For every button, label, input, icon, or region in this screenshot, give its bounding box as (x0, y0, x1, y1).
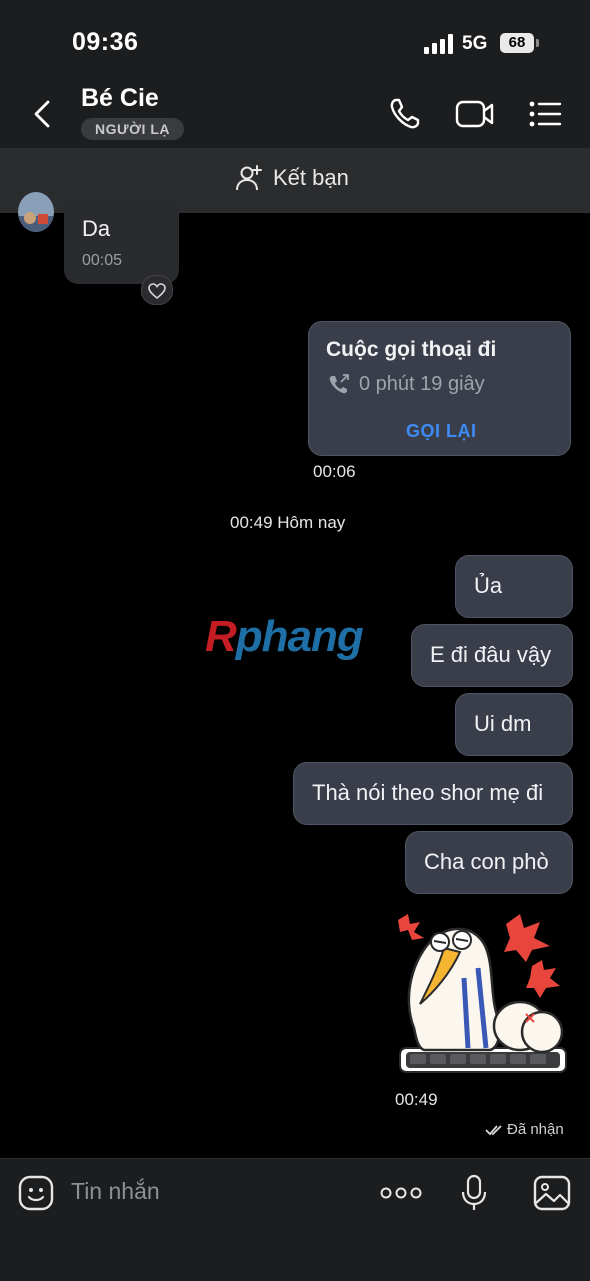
back-arrow-icon[interactable] (28, 96, 58, 132)
outgoing-message-text: Cha con phò (424, 849, 549, 874)
avatar[interactable] (18, 192, 54, 232)
add-friend-button[interactable]: Kết bạn (235, 163, 349, 193)
video-call-icon[interactable] (455, 99, 495, 129)
outgoing-message-text: Ui dm (474, 711, 532, 736)
incoming-message-text: Da (82, 216, 111, 241)
battery-icon: 68 (500, 33, 534, 53)
double-check-icon (485, 1125, 502, 1136)
outgoing-message-text: Ủa (474, 573, 503, 598)
call-time: 00:06 (313, 462, 356, 481)
sticker-image[interactable] (394, 908, 570, 1078)
outgoing-message-bubble[interactable] (455, 555, 573, 618)
status-time: 09:36 (72, 28, 139, 56)
menu-list-icon[interactable] (528, 100, 562, 128)
date-separator: 00:49 Hôm nay (230, 513, 346, 532)
message-input[interactable]: Tin nhắn (71, 1178, 160, 1205)
add-user-icon (236, 165, 262, 191)
incoming-message-bubble[interactable] (64, 200, 179, 284)
battery-tip (536, 39, 539, 47)
call-duration: 0 phút 19 giây (359, 373, 485, 395)
phone-call-icon[interactable] (388, 97, 424, 131)
message-composer (0, 1158, 590, 1281)
emoji-sticker-icon[interactable] (18, 1175, 54, 1211)
stranger-badge: NGƯỜI LẠ (81, 118, 184, 140)
add-friend-label: Kết bạn (273, 165, 349, 190)
delivery-status: Đã nhận (507, 1121, 564, 1138)
call-back-button[interactable]: GỌI LẠI (406, 421, 477, 442)
sticker-time: 00:49 (395, 1090, 438, 1109)
microphone-icon[interactable] (460, 1174, 488, 1212)
heart-react-icon[interactable] (141, 275, 173, 305)
outgoing-call-icon (329, 374, 349, 394)
image-gallery-icon[interactable] (533, 1175, 571, 1211)
contact-name[interactable]: Bé Cie (81, 84, 159, 113)
call-title: Cuộc gọi thoại đi (326, 338, 497, 361)
network-type: 5G (462, 33, 488, 54)
outgoing-message-text: E đi đâu vậy (430, 642, 552, 667)
watermark-logo: Rphang (205, 612, 364, 661)
outgoing-message-text: Thà nói theo shor mẹ đi (312, 780, 544, 805)
signal-icon (424, 34, 453, 54)
incoming-message-time: 00:05 (82, 252, 123, 269)
more-options-icon[interactable] (380, 1186, 422, 1200)
